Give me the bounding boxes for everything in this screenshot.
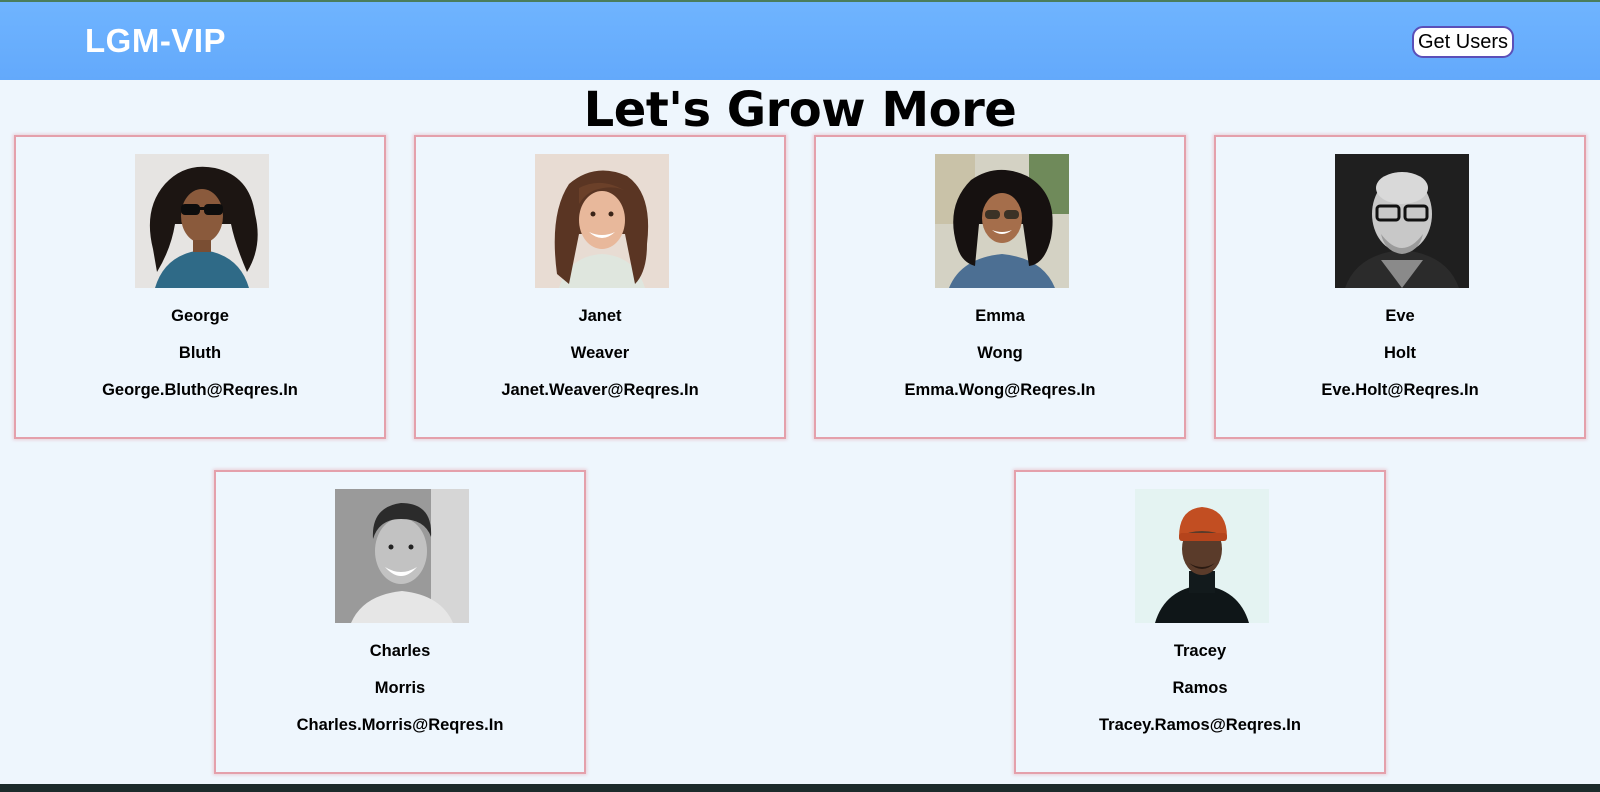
user-email: Janet.Weaver@Reqres.In — [501, 381, 699, 399]
navbar: LGM-VIP Get Users — [0, 2, 1600, 80]
user-email: Emma.Wong@Reqres.In — [904, 381, 1096, 399]
user-card: Charles Morris Charles.Morris@Reqres.In — [214, 470, 586, 774]
user-card: Tracey Ramos Tracey.Ramos@Reqres.In — [1014, 470, 1386, 774]
user-card: George Bluth George.Bluth@Reqres.In — [14, 135, 386, 439]
user-email: Tracey.Ramos@Reqres.In — [1099, 716, 1301, 734]
user-first-name: Charles — [369, 642, 431, 660]
user-avatar-image — [935, 154, 1069, 288]
user-email: George.Bluth@Reqres.In — [102, 381, 298, 399]
get-users-button[interactable]: Get Users — [1412, 26, 1514, 58]
user-card: Janet Weaver Janet.Weaver@Reqres.In — [414, 135, 786, 439]
user-card: Emma Wong Emma.Wong@Reqres.In — [814, 135, 1186, 439]
user-first-name: Tracey — [1173, 642, 1227, 660]
user-last-name: Ramos — [1172, 679, 1228, 697]
user-first-name: George — [171, 307, 229, 325]
bottom-taskbar-edge — [0, 784, 1600, 792]
user-avatar-image — [335, 489, 469, 623]
user-first-name: Janet — [578, 307, 622, 325]
user-avatar-image — [535, 154, 669, 288]
user-last-name: Wong — [977, 344, 1023, 362]
user-email: Eve.Holt@Reqres.In — [1321, 381, 1479, 399]
user-avatar-image — [1335, 154, 1469, 288]
user-avatar-image — [1135, 489, 1269, 623]
brand-logo[interactable]: LGM-VIP — [85, 22, 226, 60]
user-card: Eve Holt Eve.Holt@Reqres.In — [1214, 135, 1586, 439]
user-last-name: Holt — [1383, 344, 1417, 362]
user-last-name: Weaver — [570, 344, 630, 362]
user-avatar-image — [135, 154, 269, 288]
user-first-name: Eve — [1385, 307, 1415, 325]
page-title: Let's Grow More — [583, 82, 1017, 138]
user-last-name: Morris — [374, 679, 426, 697]
user-last-name: Bluth — [178, 344, 222, 362]
user-email: Charles.Morris@Reqres.In — [296, 716, 504, 734]
user-first-name: Emma — [975, 307, 1025, 325]
